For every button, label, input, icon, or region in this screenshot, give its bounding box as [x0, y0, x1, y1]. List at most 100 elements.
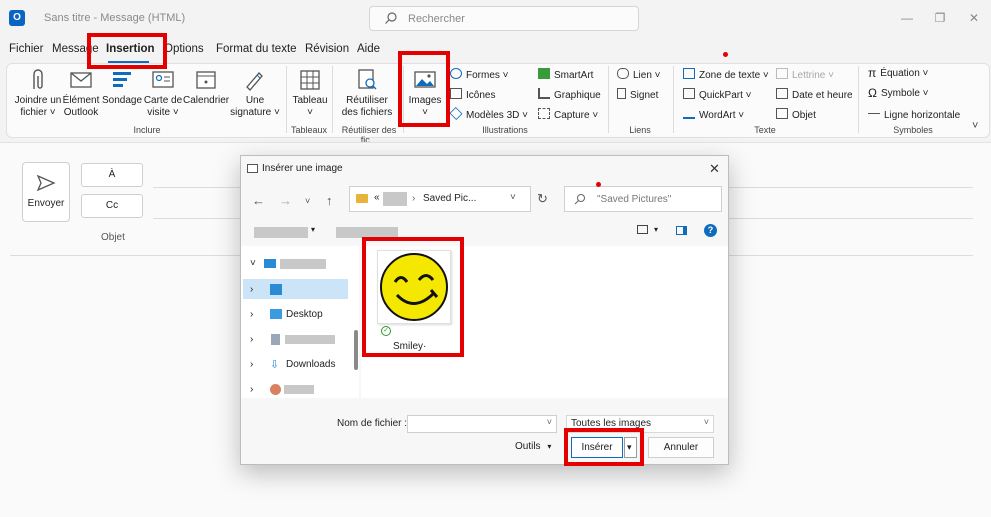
textbox-button[interactable]: Zone de texte ˅ [683, 68, 769, 81]
ribbon-separator [608, 66, 609, 133]
horizontal-line-button[interactable]: Ligne horizontale [868, 108, 960, 121]
tab-revision[interactable]: Révision [305, 43, 349, 55]
tab-fichier[interactable]: Fichier [9, 43, 44, 55]
nav-item-desktop[interactable]: › Desktop [250, 309, 323, 320]
organize-menu-redacted[interactable] [254, 227, 308, 238]
restore-icon[interactable]: ❐ [930, 8, 950, 28]
up-arrow-icon[interactable]: ↑ [326, 193, 333, 208]
equation-button[interactable]: π Équation ˅ [868, 67, 928, 79]
dropcap-button[interactable]: Lettrine ˅ [776, 68, 834, 81]
textbox-icon [683, 68, 695, 79]
send-button[interactable]: Envoyer [22, 162, 70, 222]
highlight-smiley-file [362, 237, 464, 357]
wordart-icon [683, 108, 695, 119]
dialog-search-placeholder: "Saved Pictures" [597, 194, 672, 205]
subject-label: Objet [101, 232, 125, 243]
filetype-dropdown-icon: ˅ [703, 417, 709, 427]
search-box[interactable]: Rechercher [369, 6, 639, 31]
chart-button[interactable]: Graphique [538, 88, 601, 101]
preview-pane-icon[interactable] [676, 226, 687, 235]
ribbon-separator [332, 66, 333, 133]
bookmark-button[interactable]: Signet [617, 88, 658, 101]
tools-button[interactable]: Outils ▾ [515, 441, 551, 452]
models3d-button[interactable]: Modèles 3D ˅ [449, 106, 528, 121]
outlook-logo-icon: O [9, 10, 25, 26]
nav-scrollbar[interactable] [354, 330, 358, 370]
group-label-inclure: Inclure [133, 125, 161, 135]
cc-button[interactable]: Cc [81, 194, 143, 218]
address-chevron-icon[interactable]: ˅ [510, 192, 516, 203]
outlook-item-button[interactable]: Élément Outlook [62, 67, 100, 119]
to-button[interactable]: À [81, 163, 143, 187]
forward-arrow-icon[interactable]: → [279, 193, 292, 208]
quickpart-icon [683, 88, 695, 99]
group-label-symboles: Symboles [893, 125, 933, 135]
object-icon [776, 108, 788, 119]
ribbon-separator [673, 66, 674, 133]
dialog-title: Insérer une image [262, 163, 343, 174]
smartart-icon [538, 68, 550, 79]
reuse-files-button[interactable]: Réutiliser des fichiers [338, 67, 396, 119]
refresh-icon[interactable]: ↻ [537, 191, 548, 207]
table-button[interactable]: Tableau ˅ [290, 67, 330, 119]
help-icon[interactable]: ? [704, 224, 717, 237]
horizontal-line-icon [868, 113, 880, 119]
filename-dropdown-icon[interactable]: ˅ [547, 417, 552, 427]
nav-item-pictures[interactable]: › [250, 284, 282, 295]
symbol-button[interactable]: Ω Symbole ˅ [868, 86, 929, 100]
omega-icon: Ω [868, 86, 877, 100]
redacted-path [383, 192, 407, 206]
shapes-icon [450, 68, 462, 79]
group-label-texte: Texte [754, 125, 776, 135]
computer-icon [264, 259, 276, 268]
attach-file-button[interactable]: Joindre un fichier ˅ [14, 67, 62, 119]
tab-format-du-texte[interactable]: Format du texte [216, 43, 297, 55]
smartart-button[interactable]: SmartArt [538, 68, 593, 81]
wordart-button[interactable]: WordArt ˅ [683, 108, 744, 121]
send-icon [36, 174, 56, 192]
nav-item-computer[interactable]: ˅ [250, 258, 326, 269]
envelope-icon [70, 72, 92, 88]
tab-options[interactable]: Options [164, 43, 204, 55]
group-label-illustrations: Illustrations [482, 125, 528, 135]
datetime-button[interactable]: Date et heure [776, 88, 853, 101]
minimize-icon[interactable]: — [897, 8, 917, 28]
nav-item-documents[interactable]: › [250, 334, 335, 345]
poll-button[interactable]: Sondage [100, 67, 144, 107]
filename-label: Nom de fichier : [337, 418, 408, 429]
back-arrow-icon[interactable]: ← [252, 193, 265, 208]
tab-aide[interactable]: Aide [357, 43, 380, 55]
dialog-close-icon[interactable]: ✕ [709, 161, 720, 177]
close-icon[interactable]: ✕ [964, 8, 984, 28]
cursor-marker [723, 52, 728, 57]
link-icon [617, 68, 629, 79]
calendar-icon [196, 71, 216, 89]
address-bar[interactable]: « › Saved Pic... ˅ [349, 186, 531, 212]
signature-button[interactable]: Une signature ˅ [229, 67, 281, 119]
collapse-ribbon-button[interactable]: ˅ [972, 120, 978, 132]
desktop-icon [270, 309, 282, 319]
icons-button[interactable]: Icônes [450, 88, 495, 101]
nav-item-downloads[interactable]: › ⇩ Downloads [250, 359, 335, 371]
screenshot-button[interactable]: Capture ˅ [538, 108, 598, 121]
quickpart-button[interactable]: QuickPart ˅ [683, 88, 752, 101]
view-dropdown-icon[interactable]: ▾ [654, 225, 658, 234]
shapes-button[interactable]: Formes ˅ [450, 68, 509, 81]
dialog-search-box[interactable]: "Saved Pictures" [564, 186, 722, 212]
organize-dropdown-icon[interactable]: ▾ [311, 225, 315, 234]
business-card-button[interactable]: Carte de visite ˅ [142, 67, 184, 119]
paperclip-icon [33, 69, 43, 89]
link-button[interactable]: Lien ˅ [617, 68, 661, 81]
screenshot-icon [538, 108, 550, 119]
cancel-button[interactable]: Annuler [648, 437, 714, 458]
calendar-button[interactable]: Calendrier [183, 67, 229, 107]
object-button[interactable]: Objet [776, 108, 816, 121]
table-icon [300, 70, 320, 90]
nav-item-music[interactable]: › [250, 384, 314, 395]
recent-dropdown-icon[interactable]: ˅ [305, 196, 310, 206]
business-card-icon [152, 71, 174, 88]
view-options-icon[interactable] [637, 225, 648, 234]
cube-icon [449, 106, 463, 121]
filename-input[interactable]: ˅ [407, 415, 557, 433]
group-label-tableaux: Tableaux [290, 125, 328, 135]
